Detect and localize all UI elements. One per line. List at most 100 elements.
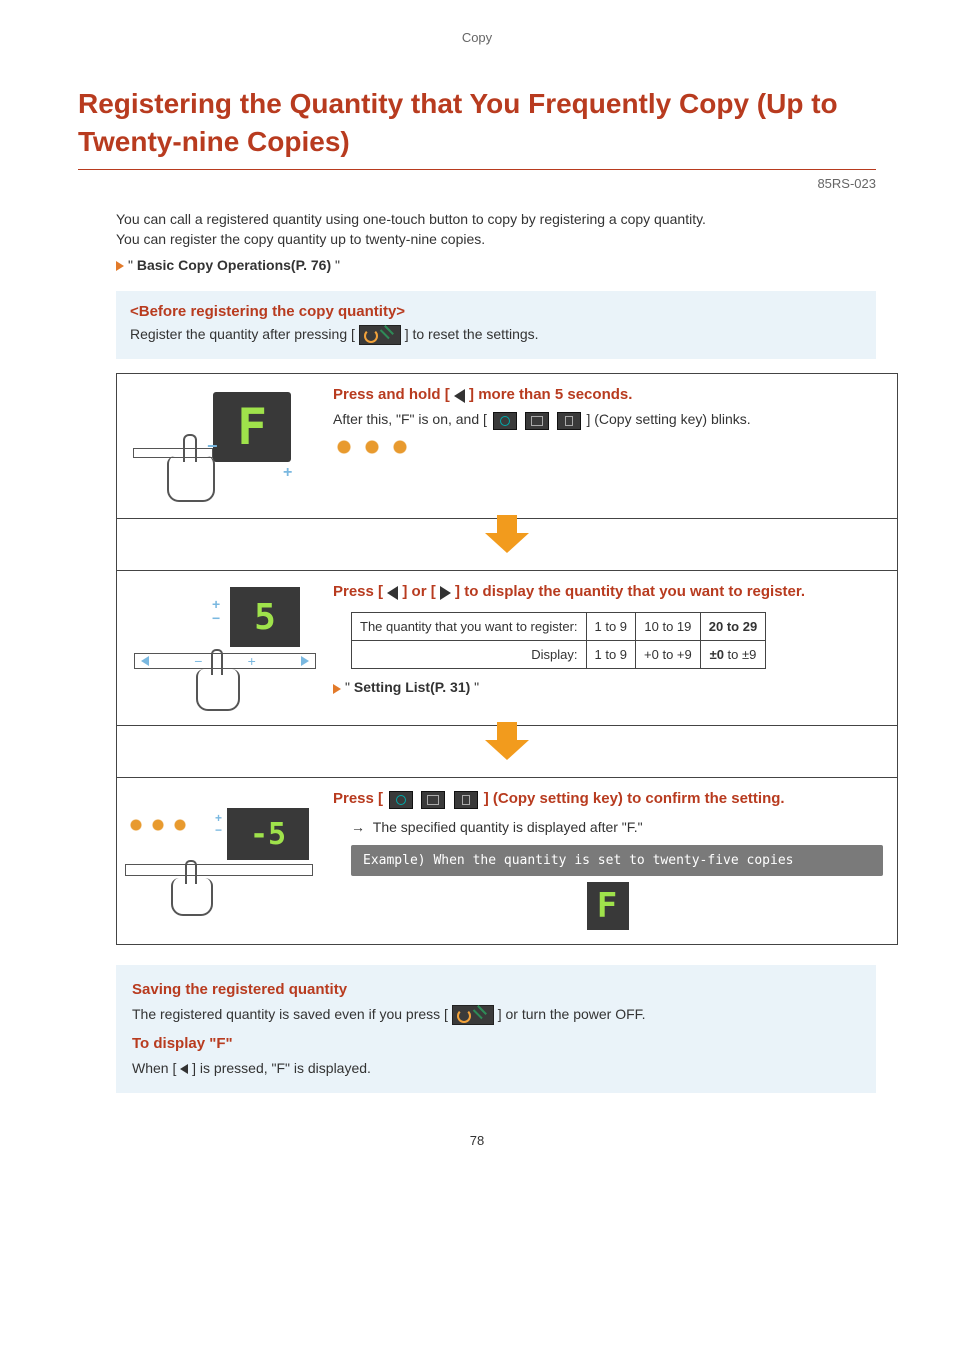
device-illustration: 5 +− −+ [128, 583, 308, 713]
step3-title-pre: Press [ [333, 790, 383, 807]
play-icon [116, 261, 124, 271]
table-row: The quantity that you want to register: … [352, 613, 766, 641]
step-1-row: F − + Press and hold [ ] more than 5 sec… [117, 374, 897, 518]
saving-pre: The registered quantity is saved even if… [132, 1006, 448, 1022]
step-1-title: Press and hold [ ] more than 5 seconds. [333, 384, 883, 405]
step-3-illustration: +− -5 [117, 778, 319, 944]
qty-cell: 10 to 19 [636, 613, 701, 641]
copy-key-icon-1 [389, 791, 413, 809]
qty-cell: 20 to 29 [700, 613, 765, 641]
hand-icon [171, 878, 213, 916]
blink-icon [171, 816, 189, 834]
step1-title-post: ] more than 5 seconds. [465, 386, 633, 403]
qty-label: The quantity that you want to register: [352, 613, 587, 641]
step-2-illustration: 5 +− −+ [117, 571, 319, 725]
step-3-row: +− -5 Press [ ] (Copy setting key) to co… [117, 777, 897, 944]
before-line: Register the quantity after pressing [ ]… [130, 324, 862, 345]
quantity-table: The quantity that you want to register: … [351, 612, 766, 669]
reset-key-icon [359, 325, 401, 345]
step2-title-mid: ] or [ [398, 583, 440, 600]
display-char: F [237, 398, 267, 456]
play-icon [333, 684, 341, 694]
copy-key-icon-1 [493, 412, 517, 430]
before-post: ] to reset the settings. [405, 326, 539, 342]
saving-line: The registered quantity is saved even if… [132, 1004, 860, 1025]
blink-icons [333, 436, 883, 458]
link-quote-close: " [331, 257, 340, 273]
setting-list-link-row: " Setting List(P. 31) " [333, 679, 883, 695]
copy-key-icon-2 [525, 412, 549, 430]
blink-icon [127, 816, 145, 834]
copy-key-icon-3 [557, 412, 581, 430]
step3-title-post: ] (Copy setting key) to confirm the sett… [484, 790, 785, 807]
step-1-illustration: F − + [117, 374, 319, 518]
before-pre: Register the quantity after pressing [ [130, 326, 355, 342]
copy-key-icon-3 [454, 791, 478, 809]
step-1-body: Press and hold [ ] more than 5 seconds. … [319, 374, 897, 518]
right-arrow-icon [301, 656, 309, 666]
left-arrow-icon [141, 656, 149, 666]
sublink-quote-open: " [345, 679, 354, 695]
device-illustration: +− -5 [123, 806, 313, 916]
step-2-row: 5 +− −+ Press [ ] or [ ] to display the … [117, 570, 897, 725]
basic-copy-link[interactable]: Basic Copy Operations(P. 76) [137, 257, 331, 273]
arrow-divider [117, 725, 897, 777]
step-3-title: Press [ ] (Copy setting key) to confirm … [333, 788, 883, 809]
left-arrow-icon [454, 389, 465, 403]
display-cell: 1 to 9 [586, 641, 636, 669]
bottom-note-box: Saving the registered quantity The regis… [116, 965, 876, 1092]
step3-sub-text: The specified quantity is displayed afte… [373, 819, 643, 835]
step1-title-pre: Press and hold [ [333, 386, 454, 403]
down-arrow-icon [485, 533, 529, 553]
saving-title: Saving the registered quantity [132, 979, 860, 1002]
display-cell: ±0 to ±9 [700, 641, 765, 669]
link-quote-open: " [128, 257, 137, 273]
step2-title-post: ] to display the quantity that you want … [451, 583, 805, 600]
blink-icon [361, 436, 383, 458]
display-char: 5 [254, 597, 276, 638]
hand-icon [196, 669, 240, 711]
before-title: <Before registering the copy quantity> [130, 303, 862, 320]
doc-code: 85RS-023 [78, 176, 876, 191]
arrow-divider [117, 518, 897, 570]
down-arrow-icon [485, 740, 529, 760]
copy-key-icon-2 [421, 791, 445, 809]
page-title: Registering the Quantity that You Freque… [78, 85, 876, 170]
display-cell: +0 to +9 [636, 641, 701, 669]
step1-sub-post: ] (Copy setting key) blinks. [586, 411, 750, 427]
blink-icon [333, 436, 355, 458]
device-illustration: F − + [133, 386, 303, 506]
example-display: F [333, 882, 883, 930]
displayf-pre: When [ [132, 1060, 180, 1076]
step2-title-pre: Press [ [333, 583, 387, 600]
before-registering-box: <Before registering the copy quantity> R… [116, 291, 876, 359]
blink-icon [149, 816, 167, 834]
steps-table: F − + Press and hold [ ] more than 5 sec… [116, 373, 898, 945]
intro-line1: You can call a registered quantity using… [116, 211, 706, 227]
intro-line2: You can register the copy quantity up to… [116, 231, 485, 247]
step-2-title: Press [ ] or [ ] to display the quantity… [333, 581, 883, 602]
left-arrow-icon [387, 586, 398, 600]
blink-icon [389, 436, 411, 458]
saving-post: ] or turn the power OFF. [498, 1006, 646, 1022]
setting-list-link[interactable]: Setting List(P. 31) [354, 679, 470, 695]
hand-icon [167, 456, 215, 502]
section-label: Copy [78, 30, 876, 45]
right-arrow-icon [440, 586, 451, 600]
page: Copy Registering the Quantity that You F… [0, 0, 954, 1188]
table-row: Display: 1 to 9 +0 to +9 ±0 to ±9 [352, 641, 766, 669]
example-label: Example) When the quantity is set to twe… [351, 845, 883, 876]
example-display-char: F [597, 886, 619, 926]
intro-text: You can call a registered quantity using… [116, 209, 876, 250]
sublink-quote-close: " [470, 679, 479, 695]
step1-sub-pre: After this, "F" is on, and [ [333, 411, 487, 427]
qty-cell: 1 to 9 [586, 613, 636, 641]
step-1-sub: After this, "F" is on, and [ ] (Copy set… [333, 409, 883, 430]
basic-copy-link-row: " Basic Copy Operations(P. 76) " [116, 257, 876, 273]
display-f-title: To display "F" [132, 1033, 860, 1056]
display-text: -5 [250, 817, 286, 852]
step-2-body: Press [ ] or [ ] to display the quantity… [319, 571, 897, 725]
step-3-body: Press [ ] (Copy setting key) to confirm … [319, 778, 897, 944]
displayf-post: ] is pressed, "F" is displayed. [188, 1060, 371, 1076]
display-label: Display: [352, 641, 587, 669]
